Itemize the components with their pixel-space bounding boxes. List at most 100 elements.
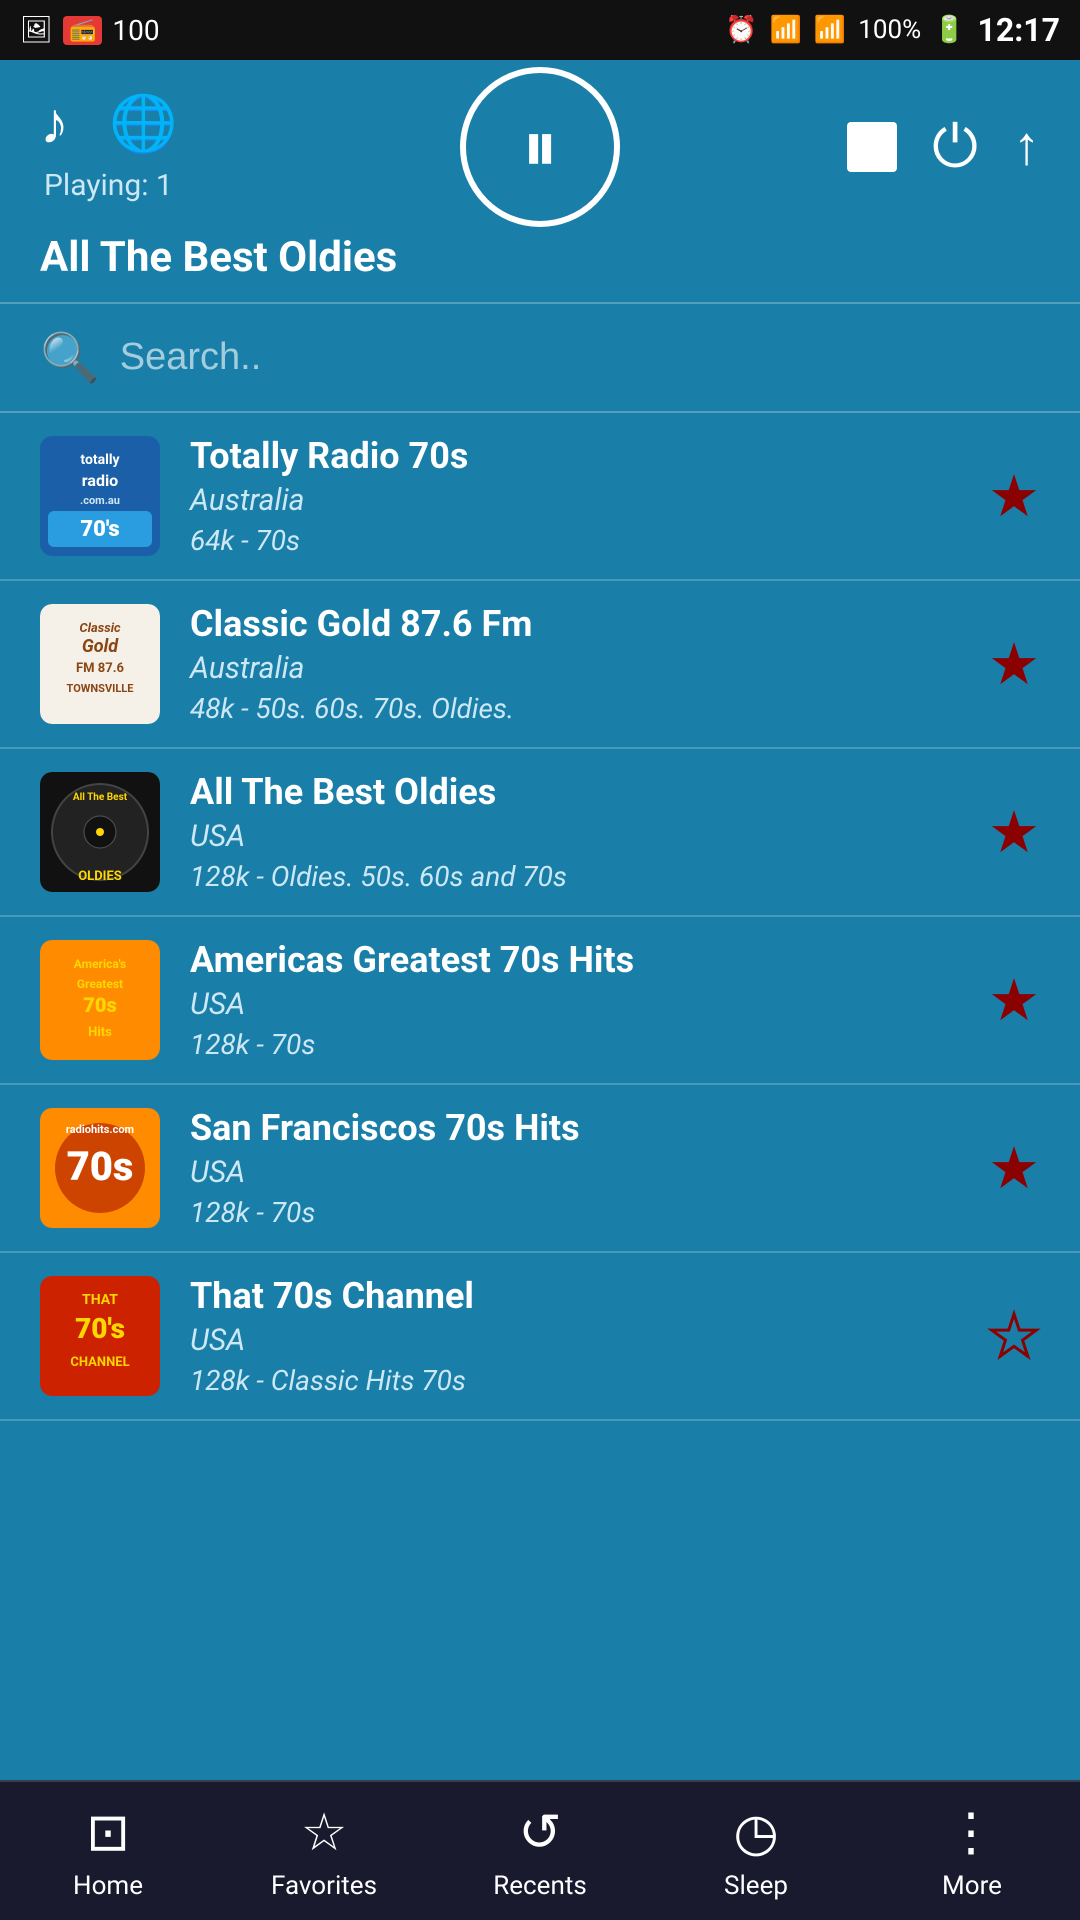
more-label: More bbox=[942, 1871, 1002, 1901]
station-item[interactable]: THAT 70's CHANNEL That 70s Channel USA 1… bbox=[0, 1253, 1080, 1421]
player-header: ♪ 🌐 Playing: 1 ⏸ ⏻ ↑ bbox=[0, 60, 1080, 223]
station-logo-2: Classic Gold FM 87.6 TOWNSVILLE bbox=[40, 604, 160, 724]
radio-icon: 📻 bbox=[63, 16, 102, 45]
station-meta: 128k - 70s bbox=[190, 1196, 958, 1229]
station-logo-5: 70s radiohits.com bbox=[40, 1108, 160, 1228]
content-area: ♪ 🌐 Playing: 1 ⏸ ⏻ ↑ All The Best Oldies… bbox=[0, 60, 1080, 1780]
svg-text:FM 87.6: FM 87.6 bbox=[76, 661, 124, 676]
station-favorite-star[interactable]: ★ bbox=[988, 798, 1040, 867]
station-country: USA bbox=[190, 819, 958, 854]
station-name: That 70s Channel bbox=[190, 1275, 958, 1317]
station-favorite-star[interactable]: ★ bbox=[988, 462, 1040, 531]
globe-icon[interactable]: 🌐 bbox=[109, 92, 177, 156]
svg-text:70s: 70s bbox=[83, 993, 116, 1017]
station-item[interactable]: Classic Gold FM 87.6 TOWNSVILLE Classic … bbox=[0, 581, 1080, 749]
station-item[interactable]: totally radio .com.au 70's Totally Radio… bbox=[0, 413, 1080, 581]
nav-item-sleep[interactable]: ◷ Sleep bbox=[648, 1802, 864, 1901]
search-bar: 🔍 bbox=[0, 304, 1080, 413]
svg-text:OLDIES: OLDIES bbox=[78, 869, 122, 884]
svg-text:70's: 70's bbox=[75, 1312, 125, 1345]
recents-label: Recents bbox=[493, 1871, 587, 1901]
favorites-label: Favorites bbox=[271, 1871, 377, 1901]
svg-text:CHANNEL: CHANNEL bbox=[70, 1355, 129, 1370]
station-meta: 48k - 50s. 60s. 70s. Oldies. bbox=[190, 692, 958, 725]
home-label: Home bbox=[73, 1871, 143, 1901]
svg-text:THAT: THAT bbox=[82, 1292, 118, 1308]
station-name: Classic Gold 87.6 Fm bbox=[190, 603, 958, 645]
station-info: All The Best Oldies USA 128k - Oldies. 5… bbox=[190, 771, 958, 893]
station-info: Americas Greatest 70s Hits USA 128k - 70… bbox=[190, 939, 958, 1061]
station-name: San Franciscos 70s Hits bbox=[190, 1107, 958, 1149]
wifi-icon: 📶 bbox=[770, 15, 802, 45]
playing-label: Playing: 1 bbox=[44, 168, 173, 203]
station-logo-3: All The Best OLDIES bbox=[40, 772, 160, 892]
svg-text:America's: America's bbox=[74, 957, 126, 971]
time-display: 12:17 bbox=[978, 11, 1060, 49]
station-meta: 128k - 70s bbox=[190, 1028, 958, 1061]
station-name: All The Best Oldies bbox=[190, 771, 958, 813]
status-bar-right: ⏰ 📶 📶 100% 🔋 12:17 bbox=[725, 11, 1060, 49]
power-icon[interactable]: ⏻ bbox=[932, 113, 978, 181]
svg-text:radiohits.com: radiohits.com bbox=[66, 1123, 134, 1136]
svg-text:Classic: Classic bbox=[79, 621, 121, 636]
recents-icon: ↺ bbox=[518, 1802, 562, 1863]
station-meta: 128k - Oldies. 50s. 60s and 70s bbox=[190, 860, 958, 893]
battery-icon: 🔋 bbox=[933, 15, 965, 45]
pause-button[interactable]: ⏸ bbox=[460, 67, 620, 227]
svg-text:All The Best: All The Best bbox=[73, 792, 128, 803]
station-item[interactable]: All The Best OLDIES All The Best Oldies … bbox=[0, 749, 1080, 917]
station-country: Australia bbox=[190, 483, 958, 518]
station-name: Totally Radio 70s bbox=[190, 435, 958, 477]
station-favorite-star[interactable]: ★ bbox=[988, 1302, 1040, 1371]
share-icon[interactable]: ↑ bbox=[1013, 115, 1040, 178]
current-station-title: All The Best Oldies bbox=[40, 233, 1040, 282]
favorites-icon: ☆ bbox=[301, 1802, 348, 1863]
player-icons-left: ♪ 🌐 bbox=[40, 90, 177, 158]
player-controls-right: ⏻ ↑ bbox=[847, 113, 1040, 181]
station-logo-4: America's Greatest 70s Hits bbox=[40, 940, 160, 1060]
stop-icon[interactable] bbox=[847, 122, 897, 172]
more-icon: ⋮ bbox=[945, 1802, 999, 1863]
station-info: San Franciscos 70s Hits USA 128k - 70s bbox=[190, 1107, 958, 1229]
sleep-icon: ◷ bbox=[733, 1802, 778, 1863]
station-logo-6: THAT 70's CHANNEL bbox=[40, 1276, 160, 1396]
station-country: USA bbox=[190, 1323, 958, 1358]
station-info: Classic Gold 87.6 Fm Australia 48k - 50s… bbox=[190, 603, 958, 725]
station-favorite-star[interactable]: ★ bbox=[988, 1134, 1040, 1203]
search-input[interactable] bbox=[120, 336, 1040, 379]
station-country: Australia bbox=[190, 651, 958, 686]
svg-text:.com.au: .com.au bbox=[80, 494, 120, 507]
station-info: Totally Radio 70s Australia 64k - 70s bbox=[190, 435, 958, 557]
svg-text:Greatest: Greatest bbox=[77, 977, 123, 991]
svg-text:totally: totally bbox=[80, 452, 120, 468]
station-title-bar: All The Best Oldies bbox=[0, 223, 1080, 302]
bottom-nav: ⊡ Home ☆ Favorites ↺ Recents ◷ Sleep ⋮ M… bbox=[0, 1780, 1080, 1920]
station-item[interactable]: America's Greatest 70s Hits Americas Gre… bbox=[0, 917, 1080, 1085]
home-icon: ⊡ bbox=[86, 1802, 130, 1863]
signal-bars-icon: 📶 bbox=[814, 15, 846, 45]
nav-item-favorites[interactable]: ☆ Favorites bbox=[216, 1802, 432, 1901]
alarm-icon: ⏰ bbox=[725, 15, 757, 45]
status-bar: 🖼 📻 100 ⏰ 📶 📶 100% 🔋 12:17 bbox=[0, 0, 1080, 60]
station-name: Americas Greatest 70s Hits bbox=[190, 939, 958, 981]
svg-text:Gold: Gold bbox=[82, 636, 119, 657]
music-note-icon[interactable]: ♪ bbox=[40, 90, 69, 158]
nav-item-more[interactable]: ⋮ More bbox=[864, 1802, 1080, 1901]
svg-text:TOWNSVILLE: TOWNSVILLE bbox=[67, 682, 134, 695]
svg-text:70's: 70's bbox=[80, 517, 119, 542]
station-country: USA bbox=[190, 987, 958, 1022]
station-item[interactable]: 70s radiohits.com San Franciscos 70s Hit… bbox=[0, 1085, 1080, 1253]
station-info: That 70s Channel USA 128k - Classic Hits… bbox=[190, 1275, 958, 1397]
svg-text:Hits: Hits bbox=[88, 1025, 112, 1040]
nav-item-recents[interactable]: ↺ Recents bbox=[432, 1802, 648, 1901]
svg-text:70s: 70s bbox=[67, 1143, 134, 1190]
nav-item-home[interactable]: ⊡ Home bbox=[0, 1802, 216, 1901]
station-favorite-star[interactable]: ★ bbox=[988, 630, 1040, 699]
status-bar-left: 🖼 📻 100 bbox=[20, 14, 160, 47]
pause-icon: ⏸ bbox=[522, 111, 558, 183]
search-icon: 🔍 bbox=[40, 329, 100, 386]
station-favorite-star[interactable]: ★ bbox=[988, 966, 1040, 1035]
station-logo-1: totally radio .com.au 70's bbox=[40, 436, 160, 556]
station-meta: 64k - 70s bbox=[190, 524, 958, 557]
svg-text:radio: radio bbox=[82, 471, 118, 490]
